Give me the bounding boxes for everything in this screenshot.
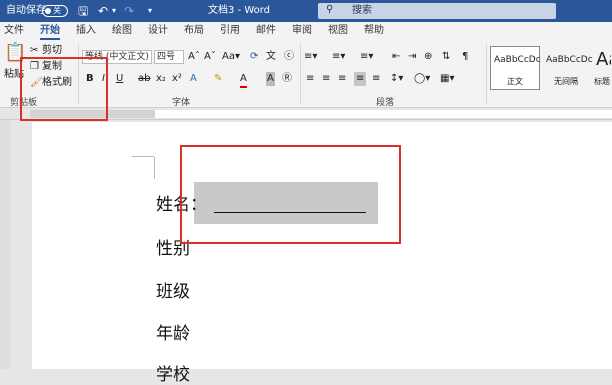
search-box[interactable]: ⚲ 搜索	[318, 3, 556, 19]
superscript-icon[interactable]: x²	[172, 72, 182, 86]
style-heading[interactable]: Aa 标题	[592, 46, 612, 90]
tab-design[interactable]: 设计	[148, 22, 168, 40]
text-effects-icon[interactable]: A	[190, 72, 197, 86]
margin-mark	[154, 157, 155, 179]
shrink-font-icon[interactable]: Aˇ	[204, 50, 216, 64]
subscript-icon[interactable]: x₂	[156, 72, 166, 86]
doc-line-school[interactable]: 学校	[156, 360, 190, 385]
numbering-icon[interactable]: ≡▾	[332, 50, 345, 64]
style-normal[interactable]: AaBbCcDc 正文	[490, 46, 541, 90]
change-case-icon[interactable]: Aa▾	[222, 50, 240, 64]
increase-indent-icon[interactable]: ⇥	[408, 50, 416, 64]
distributed-icon[interactable]: ≡	[372, 72, 380, 86]
cut-label[interactable]: 剪切	[42, 44, 62, 58]
cut-icon[interactable]: ✂	[30, 44, 38, 58]
char-border-icon[interactable]: Ⓡ	[282, 72, 292, 86]
clear-format-icon[interactable]: ⟳	[250, 50, 258, 64]
borders-icon[interactable]: ▦▾	[440, 72, 454, 86]
style-name: 正文	[507, 77, 523, 86]
toggle-knob	[45, 8, 51, 14]
show-marks-icon[interactable]: ¶	[462, 50, 468, 64]
customize-toolbar-icon[interactable]: ▾	[148, 0, 152, 22]
doc-line-class[interactable]: 班级	[156, 277, 190, 302]
autosave-toggle[interactable]: 关	[42, 5, 68, 17]
document-title: 文档3 - Word	[208, 5, 271, 16]
decrease-indent-icon[interactable]: ⇤	[392, 50, 400, 64]
font-size-select[interactable]: 四号	[154, 50, 184, 64]
separator	[486, 44, 487, 104]
vertical-ruler[interactable]	[0, 120, 10, 369]
autosave-label: 自动保存	[6, 5, 46, 16]
bullets-icon[interactable]: ≡▾	[304, 50, 317, 64]
title-bar: 自动保存 关 🖫 ↶ ▾ ↷ ▾ 文档3 - Word ⚲ 搜索	[0, 0, 612, 22]
tab-references[interactable]: 引用	[220, 22, 240, 40]
tab-mailings[interactable]: 邮件	[256, 22, 276, 40]
phonetic-icon[interactable]: 文	[266, 50, 276, 64]
undo-dropdown-icon[interactable]: ▾	[112, 0, 116, 22]
enclose-char-icon[interactable]: ⓒ	[284, 50, 294, 64]
strikethrough-icon[interactable]: ab	[138, 72, 150, 86]
align-center-icon[interactable]: ≡	[322, 72, 330, 86]
tab-help[interactable]: 帮助	[364, 22, 384, 40]
underline-icon[interactable]: U	[116, 72, 123, 86]
style-no-spacing[interactable]: AaBbCcDc 无间隔	[542, 46, 593, 90]
style-sample: Aa	[596, 49, 611, 70]
tab-view[interactable]: 视图	[328, 22, 348, 40]
style-name: 无间隔	[554, 77, 578, 86]
tab-draw[interactable]: 绘图	[112, 22, 132, 40]
annotation-box-name-field	[180, 145, 401, 244]
tab-layout[interactable]: 布局	[184, 22, 204, 40]
font-group-label: 字体	[172, 98, 191, 108]
font-color-icon[interactable]: A	[240, 72, 247, 88]
grow-font-icon[interactable]: Aˆ	[188, 50, 200, 64]
shading-icon[interactable]: ◯▾	[414, 72, 430, 86]
save-icon[interactable]: 🖫	[78, 0, 88, 22]
style-sample: AaBbCcDc	[494, 55, 541, 65]
annotation-box-clipboard	[20, 57, 108, 121]
search-placeholder: 搜索	[352, 5, 372, 16]
ribbon-tabs: 文件 开始 插入 绘图 设计 布局 引用 邮件 审阅 视图 帮助	[0, 22, 612, 40]
style-name: 标题	[594, 77, 610, 86]
search-icon: ⚲	[326, 4, 334, 15]
ruler-text-area	[155, 110, 612, 118]
redo-icon[interactable]: ↷	[124, 0, 134, 22]
line-spacing-icon[interactable]: ↕▾	[390, 72, 403, 86]
doc-line-age[interactable]: 年龄	[156, 319, 190, 344]
tab-review[interactable]: 审阅	[292, 22, 312, 40]
align-left-icon[interactable]: ≡	[306, 72, 314, 86]
tab-home[interactable]: 开始	[40, 22, 60, 40]
justify-icon[interactable]: ≡	[354, 72, 367, 86]
paragraph-group-label: 段落	[376, 98, 395, 108]
multilevel-list-icon[interactable]: ≡▾	[360, 50, 373, 64]
autosave-state: 关	[53, 6, 61, 15]
style-sample: AaBbCcDc	[546, 55, 593, 65]
char-shading-icon[interactable]: A	[266, 72, 275, 86]
highlight-icon[interactable]: ✎	[214, 72, 222, 86]
tab-insert[interactable]: 插入	[76, 22, 96, 40]
undo-icon[interactable]: ↶	[98, 0, 108, 22]
margin-mark	[132, 156, 154, 157]
align-right-icon[interactable]: ≡	[338, 72, 346, 86]
tab-file[interactable]: 文件	[4, 22, 24, 40]
chinese-layout-icon[interactable]: ⊕	[424, 50, 432, 64]
separator	[300, 44, 301, 104]
sort-icon[interactable]: ⇅	[442, 50, 450, 64]
